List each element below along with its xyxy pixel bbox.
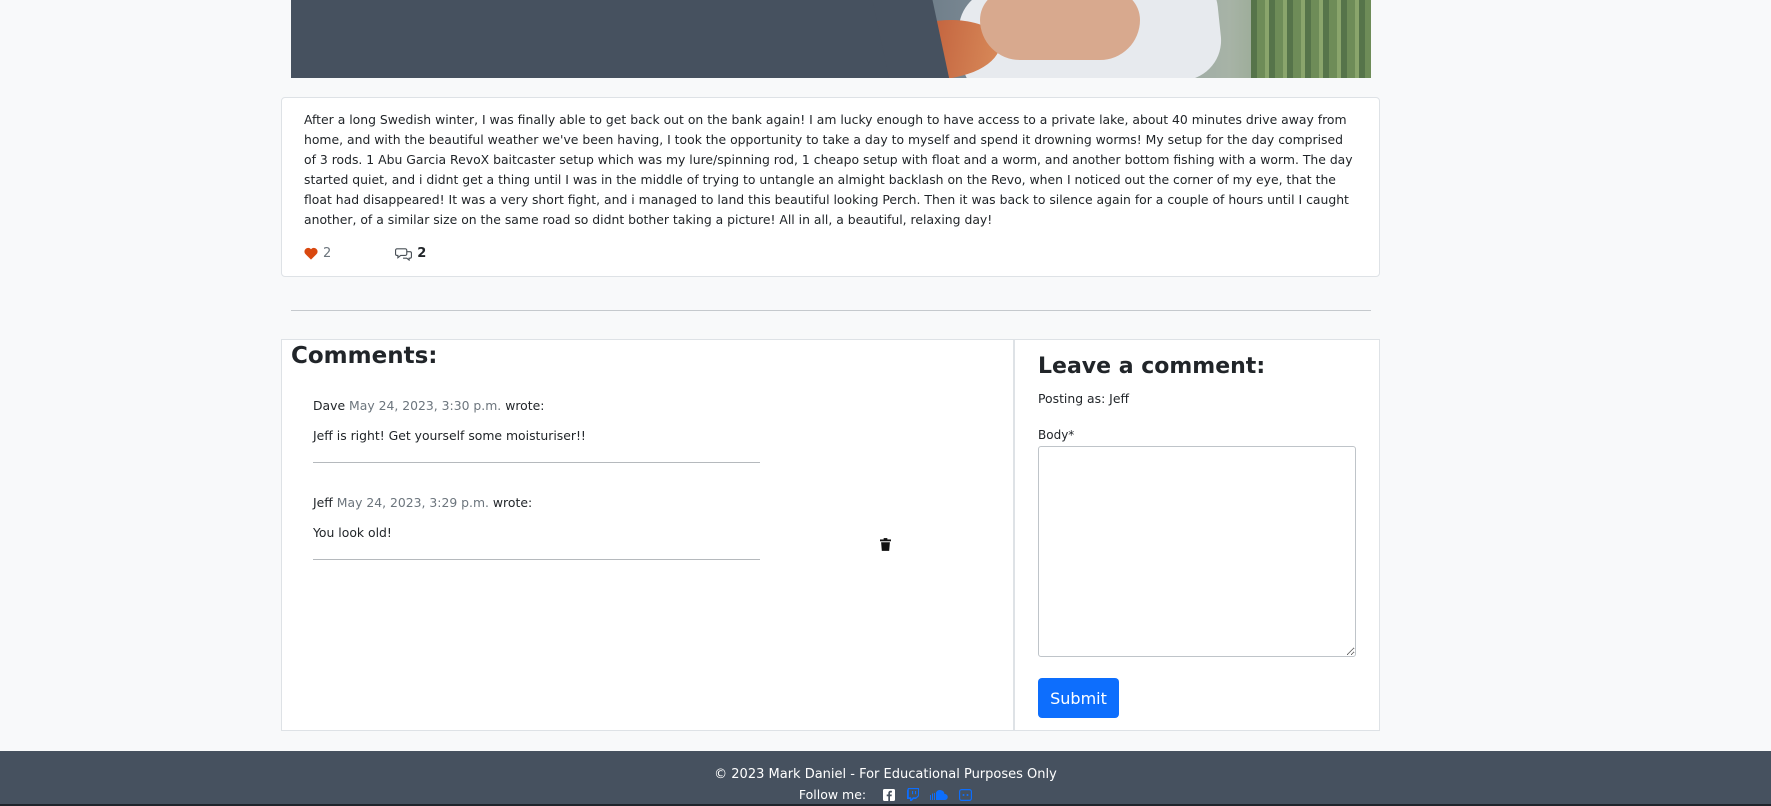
facebook-icon	[883, 788, 896, 801]
comment-text: You look old!	[313, 525, 392, 540]
follow-label: Follow me:	[798, 787, 867, 802]
like-count: 2	[323, 246, 332, 261]
post-card: After a long Swedish winter, I was final…	[281, 97, 1380, 277]
discord-link[interactable]	[958, 788, 972, 802]
form-title: Leave a comment:	[1038, 354, 1266, 379]
discord-icon	[958, 788, 972, 801]
like-button[interactable]: 2	[304, 246, 331, 261]
comment-author: Jeff	[313, 495, 333, 510]
comment-meta: Jeff May 24, 2023, 3:29 p.m. wrote:	[313, 495, 760, 510]
section-divider	[291, 310, 1371, 311]
twitch-link[interactable]	[906, 788, 920, 802]
comment-count-value: 2	[417, 246, 427, 261]
soundcloud-link[interactable]	[930, 788, 948, 802]
trash-icon	[880, 538, 891, 551]
fishing-photo	[900, 0, 1371, 78]
follow-me-row: Follow me:	[0, 787, 1771, 802]
comment-count: 2	[395, 246, 426, 261]
post-body: After a long Swedish winter, I was final…	[304, 112, 1353, 227]
comments-panel: Comments: Dave May 24, 2023, 3:30 p.m. w…	[281, 339, 1014, 731]
soundcloud-icon	[930, 789, 948, 800]
copyright-text: © 2023 Mark Daniel - For Educational Pur…	[714, 767, 1057, 782]
comment-text: Jeff is right! Get yourself some moistur…	[313, 428, 586, 443]
comment-meta: Dave May 24, 2023, 3:30 p.m. wrote:	[313, 398, 760, 413]
chat-bubbles-icon	[395, 247, 413, 261]
comment-item: Dave May 24, 2023, 3:30 p.m. wrote: Jeff…	[313, 398, 760, 463]
comments-title: Comments:	[291, 343, 438, 369]
comment-wrote: wrote:	[505, 398, 545, 413]
comment-author: Dave	[313, 398, 346, 413]
delete-comment-button[interactable]	[880, 536, 891, 555]
facebook-link[interactable]	[882, 788, 896, 802]
footer: © 2023 Mark Daniel - For Educational Pur…	[0, 751, 1771, 806]
comment-date: May 24, 2023, 3:29 p.m.	[336, 495, 489, 510]
comment-wrote: wrote:	[492, 495, 533, 510]
twitch-icon	[907, 788, 920, 801]
heart-icon	[304, 247, 318, 260]
comment-item: Jeff May 24, 2023, 3:29 p.m. wrote: You …	[313, 495, 760, 560]
post-hero-image	[291, 0, 1371, 78]
post-stats: 2 2	[304, 246, 426, 261]
submit-button[interactable]: Submit	[1038, 678, 1119, 718]
comment-form-panel: Leave a comment: Posting as: Jeff Body* …	[1014, 339, 1380, 731]
comment-date: May 24, 2023, 3:30 p.m.	[349, 398, 502, 413]
body-label: Body*	[1038, 428, 1075, 442]
posting-as: Posting as: Jeff	[1038, 391, 1129, 406]
comment-body-field[interactable]	[1038, 446, 1356, 657]
